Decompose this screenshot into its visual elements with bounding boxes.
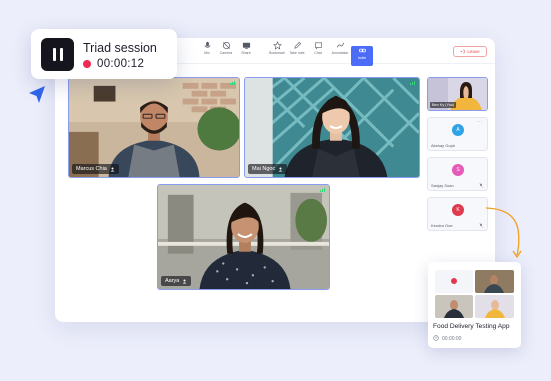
link-icon	[358, 48, 366, 53]
share-screen-icon	[242, 42, 250, 49]
participant-card-akshay[interactable]: ··· A Akshay Gopir	[427, 117, 488, 151]
share-screen-button[interactable]: Share	[235, 41, 257, 61]
avatar: A	[452, 124, 464, 136]
person-icon	[183, 279, 187, 283]
participant-name-tag: Aarya	[161, 276, 192, 286]
bookmark-icon	[272, 41, 282, 50]
participant-card-sanjay[interactable]: S Sanjay Soan	[427, 157, 488, 191]
thumbnail-tile	[475, 270, 514, 293]
recording-thumbnail	[435, 270, 514, 318]
clock-icon	[433, 335, 439, 341]
signal-icon	[320, 188, 325, 192]
pause-button[interactable]	[41, 38, 74, 71]
take-note-button[interactable]: Take note	[286, 41, 308, 61]
more-options-icon[interactable]: ···	[477, 119, 484, 125]
cursor-arrow-icon	[29, 86, 45, 103]
mic-muted-icon	[479, 183, 483, 188]
leave-button[interactable]: Leave	[453, 46, 487, 57]
pause-icon	[52, 48, 56, 61]
record-indicator-icon	[83, 60, 91, 68]
person-icon	[278, 167, 283, 171]
leave-icon	[460, 49, 465, 54]
participant-video	[245, 78, 419, 177]
camera-button[interactable]: Camera	[215, 41, 237, 61]
participant-name-tag: Marcus Chia	[72, 164, 119, 174]
annotation-button[interactable]: Annotation	[329, 41, 351, 61]
annotation-icon	[336, 42, 344, 48]
camera-icon	[222, 41, 230, 50]
chat-button[interactable]: Chat	[307, 41, 329, 61]
invite-button[interactable]: Invite	[351, 46, 373, 66]
recording-title: Food Delivery Testing App	[433, 323, 510, 330]
chat-icon	[314, 42, 322, 50]
recording-card[interactable]: Food Delivery Testing App 00:00:00	[428, 262, 521, 348]
thumbnail-tile	[475, 295, 514, 318]
signal-icon	[230, 81, 235, 85]
self-video-tile[interactable]: Ben Ky (You)	[427, 77, 488, 111]
video-tile-aarya[interactable]: Aarya	[157, 184, 330, 290]
participant-video	[158, 185, 329, 289]
thumbnail-tile	[435, 270, 473, 293]
note-icon	[293, 41, 301, 49]
video-tile-marcus[interactable]: Marcus Chia	[68, 77, 240, 178]
participant-card-kendra[interactable]: K Kendra Goe	[427, 197, 488, 231]
thumbnail-tile	[435, 295, 473, 318]
mic-muted-icon	[479, 223, 483, 228]
participant-name-tag: Mai Ngoc	[248, 164, 288, 174]
signal-icon	[410, 81, 415, 85]
mic-icon	[204, 41, 210, 48]
session-title: Triad session	[83, 41, 157, 55]
session-timer: 00:00:12	[97, 58, 145, 70]
avatar: K	[452, 204, 464, 216]
connector-arrow	[485, 207, 522, 259]
recording-duration: 00:00:00	[442, 336, 462, 342]
person-icon	[110, 167, 115, 171]
video-tile-mai[interactable]: Mai Ngoc	[244, 77, 420, 178]
participant-video	[69, 78, 239, 177]
avatar: S	[452, 164, 464, 176]
bookmark-button[interactable]: Bookmark	[266, 41, 288, 61]
session-recorder-card: Triad session 00:00:12	[31, 29, 177, 79]
